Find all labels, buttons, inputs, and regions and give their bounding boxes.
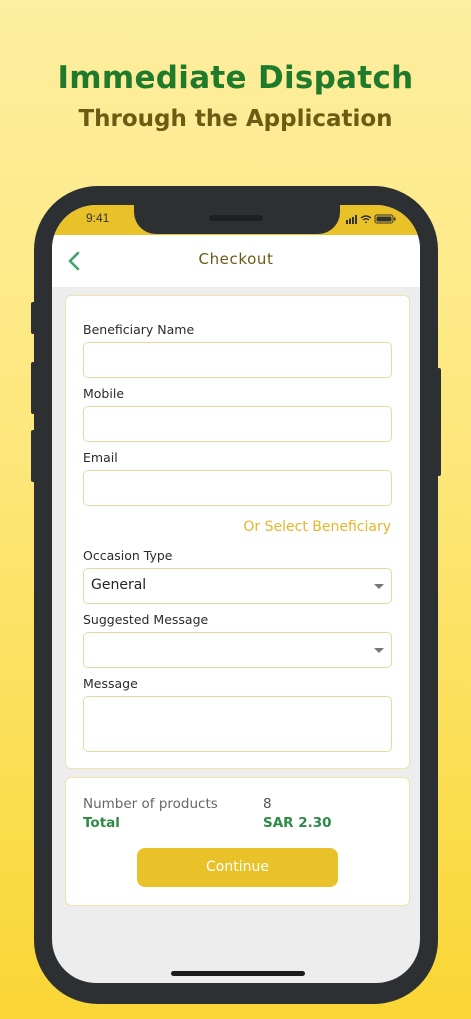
promo-headline: Immediate Dispatch bbox=[57, 60, 414, 96]
products-count-label: Number of products bbox=[83, 796, 218, 812]
phone-volume-down-button bbox=[31, 430, 35, 482]
total-label: Total bbox=[83, 815, 120, 831]
status-icons bbox=[346, 214, 396, 224]
phone-speaker bbox=[209, 215, 263, 221]
suggested-message-label: Suggested Message bbox=[83, 612, 209, 627]
signal-icon bbox=[346, 215, 357, 224]
beneficiary-name-input[interactable] bbox=[83, 342, 392, 378]
message-textarea[interactable] bbox=[83, 696, 392, 752]
mobile-label: Mobile bbox=[83, 386, 125, 401]
select-beneficiary-link[interactable]: Or Select Beneficiary bbox=[243, 519, 391, 535]
occasion-type-value: General bbox=[91, 577, 147, 593]
message-label: Message bbox=[83, 676, 138, 691]
order-summary-card: Number of products 8 Total SAR 2.30 Cont… bbox=[65, 777, 410, 906]
promo-subheadline: Through the Application bbox=[78, 106, 393, 132]
mobile-input[interactable] bbox=[83, 406, 392, 442]
chevron-down-icon bbox=[374, 584, 384, 589]
occasion-type-label: Occasion Type bbox=[83, 548, 173, 563]
app-screen: 9:41 Checkout Beneficiary Name Mobile Em… bbox=[52, 205, 420, 983]
home-indicator bbox=[171, 971, 305, 976]
checkout-form-card: Beneficiary Name Mobile Email Or Select … bbox=[65, 295, 410, 769]
total-value: SAR 2.30 bbox=[263, 815, 332, 831]
status-time: 9:41 bbox=[86, 211, 110, 225]
phone-volume-up-button bbox=[31, 362, 35, 414]
products-count-value: 8 bbox=[263, 796, 272, 812]
phone-side-button bbox=[31, 302, 35, 334]
occasion-type-select[interactable]: General bbox=[83, 568, 392, 604]
nav-bar: Checkout bbox=[52, 235, 420, 287]
email-input[interactable] bbox=[83, 470, 392, 506]
chevron-down-icon bbox=[374, 648, 384, 653]
battery-icon bbox=[374, 214, 396, 224]
continue-button[interactable]: Continue bbox=[137, 848, 338, 887]
beneficiary-name-label: Beneficiary Name bbox=[83, 322, 195, 337]
phone-power-button bbox=[437, 368, 441, 476]
email-label: Email bbox=[83, 450, 118, 465]
page-title: Checkout bbox=[198, 250, 274, 268]
wifi-icon bbox=[360, 215, 372, 224]
suggested-message-select[interactable] bbox=[83, 632, 392, 668]
